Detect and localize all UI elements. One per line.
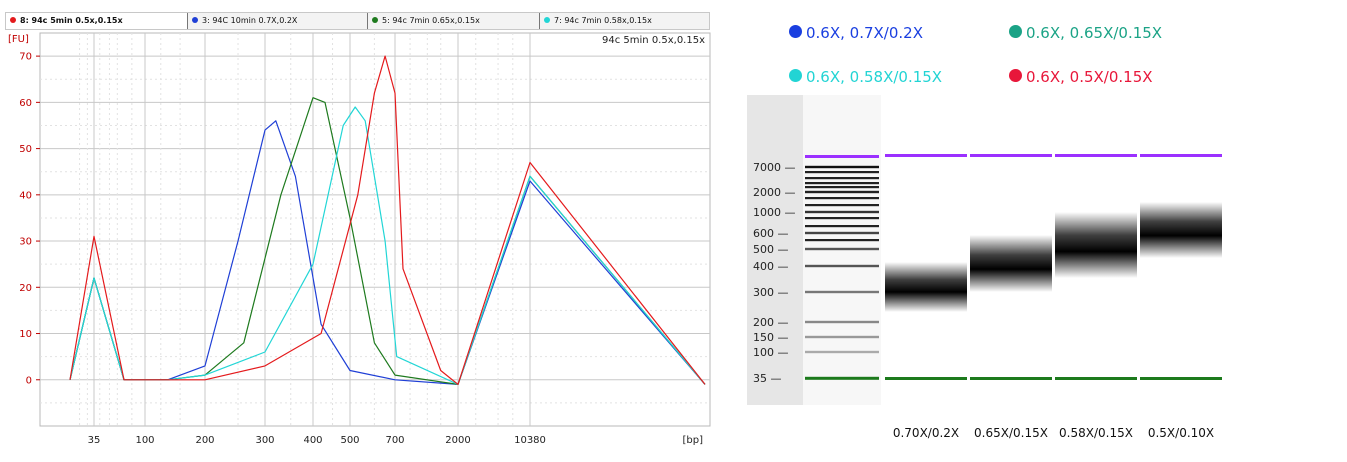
y-tick-label: 70	[19, 52, 32, 63]
lane-label: 0.70X/0.2X	[893, 426, 959, 440]
sample-smear	[1140, 202, 1222, 258]
ladder-label: 200 —	[753, 316, 789, 329]
ladder-band	[805, 335, 879, 339]
ladder-label: 300 —	[753, 286, 789, 299]
ladder-band	[805, 171, 879, 174]
y-tick-label: 60	[19, 98, 32, 109]
lower-marker-band	[1055, 377, 1137, 380]
gel-lane	[1140, 118, 1222, 402]
lane-labels: 0.70X/0.2X 0.65X/0.15X 0.58X/0.15X 0.5X/0.1…	[893, 426, 1214, 440]
ladder-band	[805, 217, 879, 220]
gel-panel: 0.6X, 0.7X/0.2X 0.6X, 0.65X/0.15X 0.6X, …	[745, 0, 1345, 462]
x-tick-label: 500	[340, 435, 359, 446]
sample-smear	[1055, 212, 1137, 278]
ladder-band	[805, 165, 879, 169]
sample-smear	[970, 235, 1052, 292]
x-tick-label: 2000	[445, 435, 470, 446]
gel-image: 7000 — 2000 — 1000 — 600 — 500 — 400 — 300 — 20…	[747, 95, 1222, 440]
ladder-band	[805, 197, 879, 200]
lower-marker-band	[1140, 377, 1222, 380]
upper-marker-band	[970, 154, 1052, 157]
lane-label: 0.58X/0.15X	[1059, 426, 1133, 440]
chart-title: 94c 5min 0.5x,0.15x	[602, 35, 705, 46]
upper-marker-band	[805, 155, 879, 158]
upper-marker-band	[1055, 154, 1137, 157]
ladder-label: 150 —	[753, 331, 789, 344]
gel-lane	[885, 118, 967, 402]
ladder-band	[805, 320, 879, 324]
y-tick-label: 30	[19, 237, 32, 248]
ladder-band	[805, 225, 879, 228]
ladder-label: 600 —	[753, 227, 789, 240]
x-tick-label: 300	[255, 435, 274, 446]
ladder-band	[805, 204, 879, 207]
ladder-label: 400 —	[753, 260, 789, 273]
ladder-band	[805, 182, 879, 185]
x-tick-label: 35	[88, 435, 101, 446]
ladder-label: 35 —	[753, 372, 782, 385]
y-tick-label: 0	[26, 375, 32, 386]
y-tick-label: 40	[19, 190, 32, 201]
upper-marker-band	[1140, 154, 1222, 157]
ladder-label: 7000 —	[753, 161, 796, 174]
x-tick-label: 200	[195, 435, 214, 446]
ladder-band	[805, 231, 879, 235]
ladder-band	[805, 239, 879, 242]
ladder-band	[805, 376, 879, 380]
x-tick-label: 700	[385, 435, 404, 446]
electropherogram-panel: 8: 94c 5min 0.5x,0.15x 3: 94C 10min 0.7X…	[0, 0, 740, 462]
ladder-band	[805, 186, 879, 189]
ladder-band	[805, 264, 879, 268]
upper-marker-band	[885, 154, 967, 157]
electropherogram-chart: 0 10 20 30 40 50 60 70 35 100 200 300 400 500 700 2000 1…	[8, 32, 711, 446]
ladder-band	[805, 210, 879, 214]
y-tick-label: 20	[19, 283, 32, 294]
sample-lanes	[885, 118, 1222, 402]
y-axis-label: [FU]	[8, 34, 29, 45]
y-tick-label: 50	[19, 144, 32, 155]
lane-label: 0.65X/0.15X	[974, 426, 1048, 440]
y-tick-label: 10	[19, 329, 32, 340]
x-tick-label: 400	[303, 435, 322, 446]
ladder-label: 2000 —	[753, 186, 796, 199]
lane-label: 0.5X/0.10X	[1148, 426, 1214, 440]
ladder-band	[805, 247, 879, 251]
x-tick-label: 10380	[514, 435, 546, 446]
ladder-label: 100 —	[753, 346, 789, 359]
lower-marker-band	[970, 377, 1052, 380]
ladder-label: 500 —	[753, 243, 789, 256]
x-tick-label: 100	[135, 435, 154, 446]
ladder-label: 1000 —	[753, 206, 796, 219]
ladder-band	[805, 350, 879, 354]
x-axis-label: [bp]	[683, 435, 704, 446]
lower-marker-band	[885, 377, 967, 380]
ladder-band	[805, 290, 879, 294]
ladder-band	[805, 177, 879, 180]
sample-smear	[885, 262, 967, 312]
ladder-band	[805, 190, 879, 194]
